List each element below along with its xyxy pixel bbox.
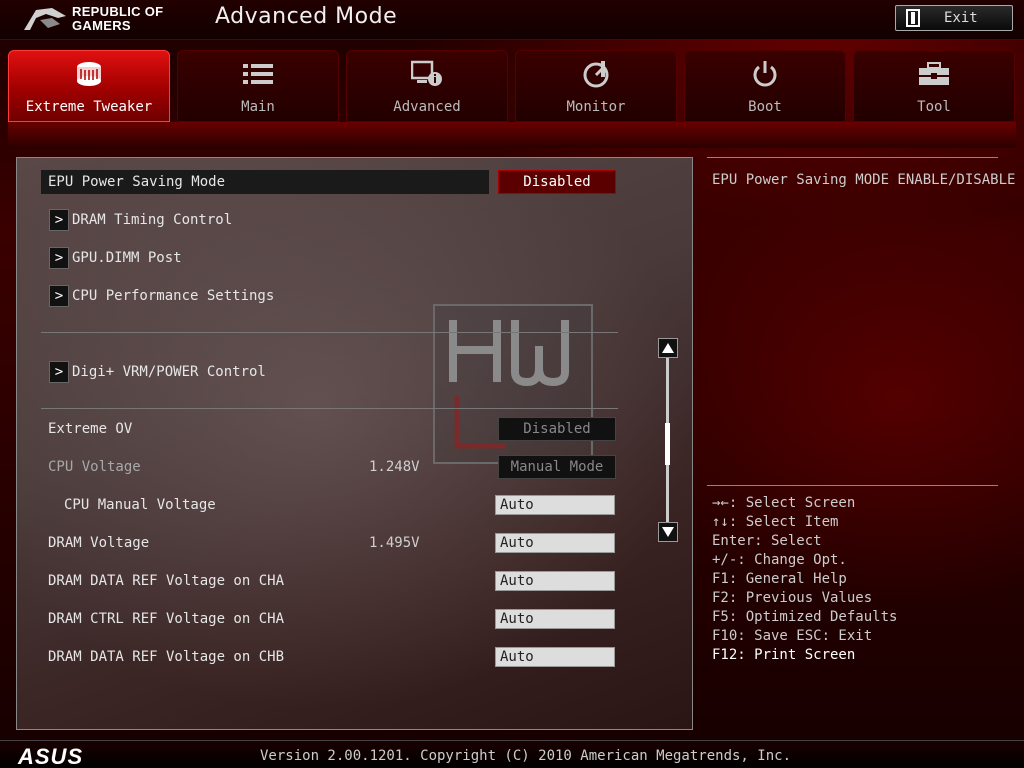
tab-bar: Extreme Tweaker Main Advanced Monitor Bo…	[8, 50, 1016, 122]
dram-data-ref-chb-label: DRAM DATA REF Voltage on CHB	[48, 649, 285, 665]
triangle-down-icon	[662, 527, 674, 537]
submenu-digi-vrm-power-control[interactable]: Digi+ VRM/POWER Control	[72, 360, 266, 384]
tab-main[interactable]: Main	[177, 50, 339, 122]
submenu-cpu-performance-settings[interactable]: CPU Performance Settings	[72, 284, 274, 308]
tab-label: Extreme Tweaker	[25, 99, 153, 115]
brand-line-2: GAMERS	[72, 18, 131, 33]
tab-label: Advanced	[393, 99, 461, 115]
brand-line-1: REPUBLIC OF	[72, 4, 164, 19]
divider	[41, 408, 618, 409]
power-icon	[748, 57, 782, 91]
rog-brand-text: REPUBLIC OF GAMERS	[72, 5, 163, 33]
dram-ctrl-ref-cha-input[interactable]: Auto	[495, 609, 615, 629]
footer-bar: ASUS Version 2.00.1201. Copyright (C) 20…	[0, 740, 1024, 768]
dram-data-ref-cha-input[interactable]: Auto	[495, 571, 615, 591]
cpu-manual-voltage-label: CPU Manual Voltage	[64, 497, 216, 513]
key-hint: ↑↓: Select Item	[712, 514, 839, 530]
triangle-up-icon	[662, 343, 674, 353]
rog-logo-icon	[24, 8, 66, 30]
help-divider-middle	[707, 485, 998, 486]
monitor-icon	[579, 57, 613, 91]
list-icon	[241, 57, 275, 91]
key-hint: F5: Optimized Defaults	[712, 609, 898, 625]
key-legend: →←: Select Screen ↑↓: Select Item Enter:…	[712, 494, 897, 665]
advanced-icon	[410, 57, 444, 91]
scroll-down-button[interactable]	[658, 522, 678, 542]
asus-logo: ASUS	[18, 744, 84, 768]
cpu-voltage-label: CPU Voltage	[48, 459, 141, 475]
help-divider-top	[707, 157, 998, 158]
tab-label: Boot	[748, 99, 782, 115]
epu-power-saving-select[interactable]: Disabled	[498, 170, 616, 194]
key-hint: →←: Select Screen	[712, 495, 856, 511]
key-hint: +/-: Change Opt.	[712, 552, 847, 568]
tab-tool[interactable]: Tool	[853, 50, 1015, 122]
tab-label: Tool	[917, 99, 951, 115]
tab-advanced[interactable]: Advanced	[346, 50, 508, 122]
settings-panel: EPU Power Saving Mode Disabled > DRAM Ti…	[16, 157, 693, 730]
key-hint: F1: General Help	[712, 571, 847, 587]
toolbox-icon	[917, 57, 951, 91]
help-description: EPU Power Saving MODE ENABLE/DISABLE	[712, 172, 1016, 188]
exit-label: Exit	[944, 10, 978, 26]
page-title: Advanced Mode	[215, 4, 398, 29]
submenu-arrow-icon[interactable]: >	[49, 209, 69, 231]
key-hint: F10: Save ESC: Exit	[712, 628, 873, 644]
cpu-voltage-reading: 1.248V	[369, 459, 420, 475]
divider	[41, 332, 618, 333]
submenu-arrow-icon[interactable]: >	[49, 247, 69, 269]
tab-monitor[interactable]: Monitor	[515, 50, 677, 122]
key-hint-print-screen: F12: Print Screen	[712, 647, 856, 663]
extreme-ov-select[interactable]: Disabled	[498, 417, 616, 441]
extreme-ov-label: Extreme OV	[48, 421, 133, 437]
tab-content-bar	[8, 122, 1016, 148]
exit-door-icon	[906, 9, 920, 27]
tab-label: Monitor	[566, 99, 626, 115]
epu-power-saving-label: EPU Power Saving Mode	[48, 174, 226, 190]
submenu-gpu-dimm-post[interactable]: GPU.DIMM Post	[72, 246, 182, 270]
scroll-up-button[interactable]	[658, 338, 678, 358]
dram-voltage-input[interactable]: Auto	[495, 533, 615, 553]
dram-ctrl-ref-cha-label: DRAM CTRL REF Voltage on CHA	[48, 611, 285, 627]
dram-voltage-reading: 1.495V	[369, 535, 420, 551]
key-hint: F2: Previous Values	[712, 590, 873, 606]
tab-extreme-tweaker[interactable]: Extreme Tweaker	[8, 50, 170, 122]
submenu-arrow-icon[interactable]: >	[49, 361, 69, 383]
scrollbar-thumb[interactable]	[665, 423, 670, 465]
tweaker-icon	[72, 57, 106, 91]
key-hint: Enter: Select	[712, 533, 822, 549]
tab-boot[interactable]: Boot	[684, 50, 846, 122]
exit-button[interactable]: Exit	[895, 5, 1013, 31]
submenu-dram-timing-control[interactable]: DRAM Timing Control	[72, 208, 232, 232]
version-text: Version 2.00.1201. Copyright (C) 2010 Am…	[260, 748, 792, 764]
top-bar: REPUBLIC OF GAMERS Advanced Mode Exit	[0, 0, 1024, 40]
submenu-arrow-icon[interactable]: >	[49, 285, 69, 307]
dram-data-ref-cha-label: DRAM DATA REF Voltage on CHA	[48, 573, 285, 589]
cpu-manual-voltage-input[interactable]: Auto	[495, 495, 615, 515]
dram-data-ref-chb-input[interactable]: Auto	[495, 647, 615, 667]
tab-label: Main	[241, 99, 275, 115]
cpu-voltage-select[interactable]: Manual Mode	[498, 455, 616, 479]
dram-voltage-label: DRAM Voltage	[48, 535, 150, 551]
